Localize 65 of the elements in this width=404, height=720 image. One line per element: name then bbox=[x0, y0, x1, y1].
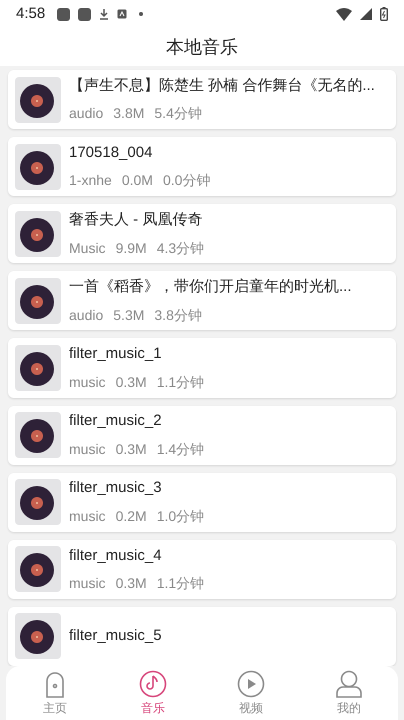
music-note-icon bbox=[138, 669, 168, 699]
notification-icon bbox=[57, 8, 70, 20]
song-card[interactable]: filter_music_2 music 0.3M 1.4分钟 bbox=[8, 406, 396, 465]
vinyl-record-icon bbox=[15, 144, 61, 190]
song-card[interactable]: filter_music_1 music 0.3M 1.1分钟 bbox=[8, 338, 396, 398]
file-size: 0.3M bbox=[116, 574, 147, 594]
vinyl-record-icon bbox=[15, 412, 61, 458]
file-size: 9.9M bbox=[116, 238, 147, 258]
song-title: filter_music_2 bbox=[69, 411, 163, 432]
song-card[interactable]: 【声生不息】陈楚生 孙楠 合作舞台《无名的... audio 3.8M 5.4分钟 bbox=[8, 70, 396, 130]
vinyl-record-icon bbox=[15, 479, 61, 526]
file-size: 0.0M bbox=[122, 171, 153, 190]
song-title: 170518_004 bbox=[69, 142, 154, 163]
song-title: filter_music_5 bbox=[69, 626, 162, 646]
song-duration: 3.8分钟 bbox=[154, 306, 202, 325]
song-duration: 1.0分钟 bbox=[156, 506, 204, 526]
wifi-icon bbox=[336, 8, 352, 20]
song-duration: 5.4分钟 bbox=[154, 104, 202, 124]
song-duration: 0.0分钟 bbox=[162, 171, 210, 190]
file-size: 0.3M bbox=[116, 440, 147, 459]
vinyl-record-icon bbox=[15, 278, 61, 324]
page-title: 本地音乐 bbox=[166, 36, 238, 58]
download-icon bbox=[99, 8, 110, 20]
file-size: 0.3M bbox=[116, 372, 147, 392]
vinyl-record-icon bbox=[15, 76, 61, 123]
vinyl-record-icon bbox=[15, 546, 61, 592]
song-duration: 4.3分钟 bbox=[156, 238, 204, 258]
song-card[interactable]: 170518_004 1-xnhe 0.0M 0.0分钟 bbox=[8, 137, 396, 196]
song-title: filter_music_3 bbox=[69, 478, 163, 498]
battery-icon bbox=[380, 7, 388, 21]
song-source: 1-xnhe bbox=[69, 171, 112, 190]
app-icon bbox=[117, 9, 128, 19]
song-source: Music bbox=[69, 238, 106, 258]
song-title: filter_music_1 bbox=[69, 344, 163, 364]
song-source: music bbox=[69, 574, 106, 594]
status-time: 4:58 bbox=[16, 4, 46, 24]
song-title: 一首《稻香》，带你们开启童年的时光机... bbox=[69, 277, 352, 298]
song-card[interactable]: filter_music_3 music 0.2M 1.0分钟 bbox=[8, 472, 396, 532]
song-source: audio bbox=[69, 104, 104, 124]
song-title: 【声生不息】陈楚生 孙楠 合作舞台《无名的... bbox=[69, 76, 375, 96]
song-title: filter_music_4 bbox=[69, 546, 163, 566]
song-source: audio bbox=[69, 306, 104, 325]
nav-tab[interactable]: 音乐 bbox=[104, 666, 202, 720]
file-size: 5.3M bbox=[113, 306, 144, 325]
notification-icon bbox=[78, 8, 92, 20]
song-duration: 1.1分钟 bbox=[156, 574, 204, 594]
user-icon bbox=[334, 669, 364, 699]
vinyl-record-icon bbox=[15, 344, 61, 391]
vinyl-record-icon bbox=[15, 613, 61, 660]
nav-tab[interactable]: 我的 bbox=[300, 666, 398, 720]
song-card[interactable]: 奢香夫人 - 凤凰传奇 Music 9.9M 4.3分钟 bbox=[8, 204, 396, 264]
song-card[interactable]: filter_music_4 music 0.3M 1.1分钟 bbox=[8, 540, 396, 599]
play-icon bbox=[236, 669, 266, 699]
signal-icon bbox=[360, 8, 372, 20]
song-card[interactable]: 一首《稻香》，带你们开启童年的时光机... audio 5.3M 3.8分钟 bbox=[8, 271, 396, 330]
vinyl-record-icon bbox=[15, 210, 61, 257]
song-title: 奢香夫人 - 凤凰传奇 bbox=[69, 210, 204, 230]
song-source: music bbox=[69, 506, 106, 526]
file-size: 0.2M bbox=[116, 506, 147, 526]
song-duration: 1.1分钟 bbox=[156, 372, 204, 392]
song-source: music bbox=[69, 372, 106, 392]
song-duration: 1.4分钟 bbox=[156, 440, 204, 459]
file-size: 3.8M bbox=[113, 104, 144, 124]
song-source: music bbox=[69, 440, 106, 459]
song-card[interactable]: filter_music_5 bbox=[8, 606, 396, 666]
